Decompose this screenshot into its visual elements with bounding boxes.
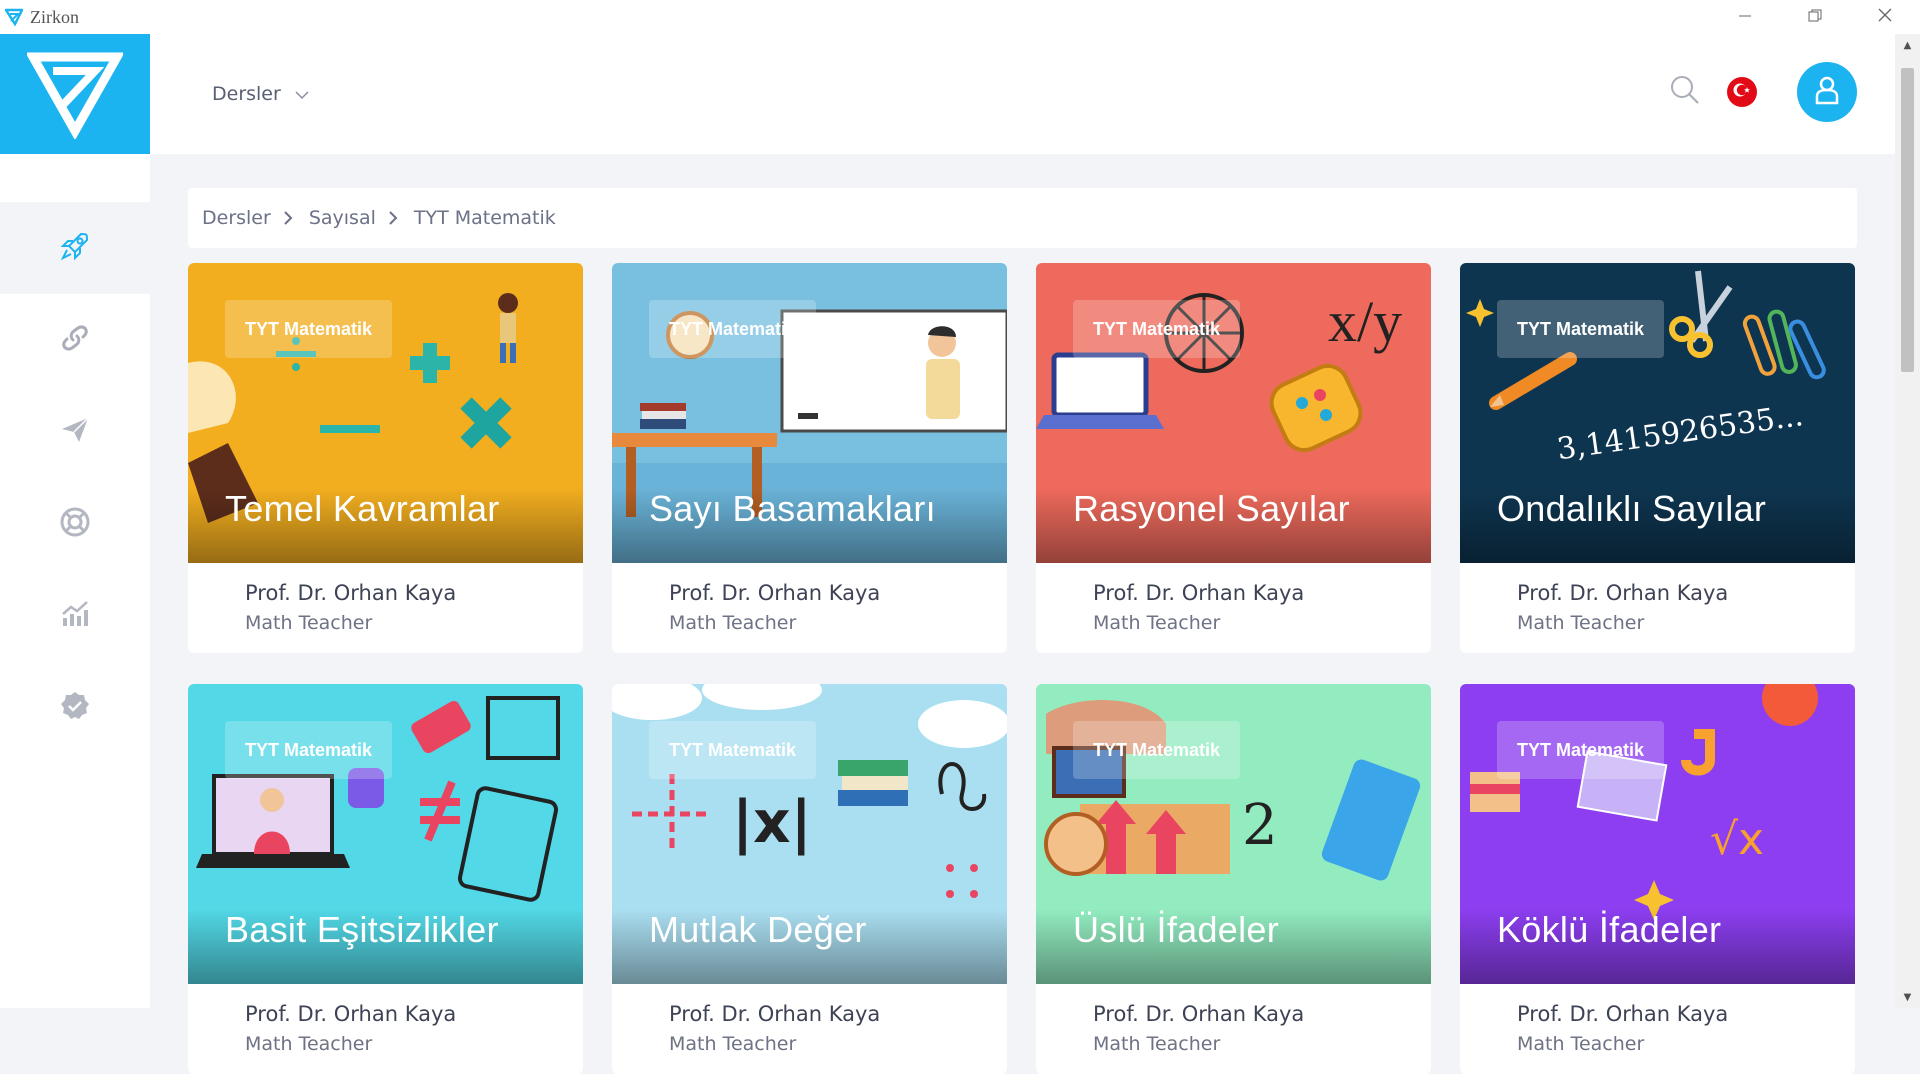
scroll-down-arrow[interactable]: ▼ (1895, 986, 1920, 1008)
chart-icon (59, 598, 91, 634)
teacher-name: Prof. Dr. Orhan Kaya (669, 1002, 881, 1026)
teacher-role: Math Teacher (669, 1033, 797, 1055)
brand-logo[interactable] (0, 34, 150, 154)
teacher-name: Prof. Dr. Orhan Kaya (245, 1002, 457, 1026)
course-card[interactable]: TYT Matematik Basit Eşitsizlikler Prof. … (188, 684, 583, 1074)
teacher-role: Math Teacher (1517, 612, 1645, 634)
art-fraction: x/y (1328, 289, 1402, 354)
course-category-tag: TYT Matematik (649, 721, 817, 779)
chevron-right-icon (283, 210, 293, 226)
course-category-tag: TYT Matematik (649, 300, 817, 358)
course-category-tag: TYT Matematik (1073, 300, 1241, 358)
vertical-scrollbar[interactable]: ▲ ▼ (1895, 34, 1920, 1008)
teacher-role: Math Teacher (245, 612, 373, 634)
courses-menu-dropdown[interactable]: Dersler (212, 83, 309, 105)
zirkon-logo-icon (4, 7, 24, 27)
courses-menu-label: Dersler (212, 83, 281, 105)
teacher-name: Prof. Dr. Orhan Kaya (1517, 1002, 1729, 1026)
course-category-tag: TYT Matematik (225, 721, 393, 779)
link-icon (59, 322, 91, 358)
user-profile-button[interactable] (1797, 62, 1857, 122)
sidebar (0, 34, 150, 1008)
course-category-tag: TYT Matematik (1497, 300, 1665, 358)
course-card[interactable]: TYT Matematik Sayı Basamakları Prof. Dr.… (612, 263, 1007, 653)
sidebar-item-links[interactable] (0, 294, 150, 386)
badge-check-icon (59, 690, 91, 726)
teacher-name: Prof. Dr. Orhan Kaya (669, 581, 881, 605)
art-abs: |x| (732, 788, 812, 856)
course-title: Basit Eşitsizlikler (225, 909, 499, 950)
course-category-tag: TYT Matematik (1073, 721, 1241, 779)
course-title: Köklü İfadeler (1497, 909, 1722, 950)
course-title: Rasyonel Sayılar (1073, 488, 1350, 529)
breadcrumb-item-current: TYT Matematik (413, 207, 556, 229)
breadcrumb-item-dersler[interactable]: Dersler (202, 207, 271, 229)
sidebar-item-statistics[interactable] (0, 570, 150, 662)
chevron-down-icon (295, 83, 309, 105)
breadcrumb-item-sayisal[interactable]: Sayısal (309, 207, 376, 229)
art-root: √x (1710, 814, 1764, 865)
teacher-role: Math Teacher (245, 1033, 373, 1055)
course-image: TYT Matematik Temel Kavramlar (188, 263, 583, 563)
close-icon (1877, 7, 1893, 27)
language-flag-button[interactable] (1727, 77, 1757, 107)
search-icon (1670, 75, 1700, 109)
course-title: Sayı Basamakları (649, 488, 936, 529)
minimize-icon (1738, 8, 1752, 27)
teacher-name: Prof. Dr. Orhan Kaya (1517, 581, 1729, 605)
window-title: Zirkon (30, 6, 79, 27)
sidebar-item-courses[interactable] (0, 202, 150, 294)
scroll-up-arrow[interactable]: ▲ (1895, 34, 1920, 56)
lifebuoy-icon (59, 506, 91, 542)
course-card[interactable]: 3,1415926535... TYT Matematik Ondalıklı … (1460, 263, 1855, 653)
course-card[interactable]: x/y TYT Matematik Rasyonel Sayılar Prof.… (1036, 263, 1431, 653)
course-image: TYT Matematik Basit Eşitsizlikler (188, 684, 583, 984)
teacher-name: Prof. Dr. Orhan Kaya (1093, 1002, 1305, 1026)
course-category-tag: TYT Matematik (225, 300, 393, 358)
teacher-role: Math Teacher (1093, 1033, 1221, 1055)
course-image: x/y TYT Matematik Rasyonel Sayılar (1036, 263, 1431, 563)
course-image: √x TYT Matematik Köklü İfadeler (1460, 684, 1855, 984)
course-card[interactable]: √x TYT Matematik Köklü İfadeler Prof. Dr… (1460, 684, 1855, 1074)
sidebar-item-achievements[interactable] (0, 662, 150, 754)
top-header: Dersler (150, 34, 1895, 154)
course-title: Mutlak Değer (649, 909, 867, 950)
teacher-name: Prof. Dr. Orhan Kaya (1093, 581, 1305, 605)
turkey-flag-icon (1727, 75, 1757, 109)
title-bar: Zirkon (0, 0, 1920, 34)
course-image: 3,1415926535... TYT Matematik Ondalıklı … (1460, 263, 1855, 563)
rocket-icon (59, 230, 91, 266)
search-button[interactable] (1665, 72, 1705, 112)
course-card[interactable]: TYT Matematik Temel Kavramlar Prof. Dr. … (188, 263, 583, 653)
scroll-thumb[interactable] (1901, 68, 1914, 372)
course-category-tag: TYT Matematik (1497, 721, 1665, 779)
course-image: |x| TYT Matematik Mutlak Değer (612, 684, 1007, 984)
course-image: TYT Matematik Sayı Basamakları (612, 263, 1007, 563)
sidebar-item-support[interactable] (0, 478, 150, 570)
course-image: 2 TYT Matematik Üslü İfadeler (1036, 684, 1431, 984)
minimize-button[interactable] (1710, 0, 1780, 34)
teacher-name: Prof. Dr. Orhan Kaya (245, 581, 457, 605)
sidebar-item-messages[interactable] (0, 386, 150, 478)
zirkon-logo-icon (27, 52, 123, 139)
maximize-icon (1808, 8, 1822, 27)
art-exponent: 2 (1242, 793, 1278, 858)
course-title: Üslü İfadeler (1073, 909, 1279, 950)
close-button[interactable] (1850, 0, 1920, 34)
teacher-role: Math Teacher (669, 612, 797, 634)
breadcrumb: Dersler Sayısal TYT Matematik (188, 188, 1857, 248)
course-card[interactable]: 2 TYT Matematik Üslü İfadeler Prof. Dr. … (1036, 684, 1431, 1074)
send-icon (59, 414, 91, 450)
restore-button[interactable] (1780, 0, 1850, 34)
user-icon (1812, 75, 1842, 109)
course-title: Temel Kavramlar (225, 488, 500, 529)
chevron-right-icon (388, 210, 398, 226)
course-card[interactable]: |x| TYT Matematik Mutlak Değer Prof. Dr.… (612, 684, 1007, 1074)
course-title: Ondalıklı Sayılar (1497, 488, 1767, 529)
teacher-role: Math Teacher (1093, 612, 1221, 634)
teacher-role: Math Teacher (1517, 1033, 1645, 1055)
